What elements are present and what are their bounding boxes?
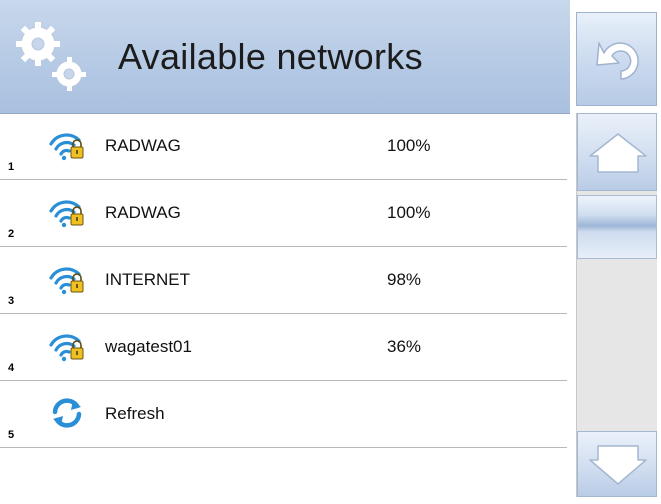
row-index: 1 xyxy=(8,161,15,173)
refresh-row[interactable]: Refresh 5 xyxy=(0,382,567,448)
network-row[interactable]: wagatest01 36% 4 xyxy=(0,315,567,381)
header-bar: Available networks xyxy=(0,0,570,114)
gears-icon xyxy=(16,22,86,91)
refresh-icon xyxy=(52,398,82,428)
right-panel xyxy=(570,0,661,504)
signal-strength: 100% xyxy=(387,203,431,222)
network-name: wagatest01 xyxy=(105,337,192,356)
network-name: INTERNET xyxy=(105,270,190,289)
row-index: 4 xyxy=(8,362,15,374)
scroll-thumb[interactable] xyxy=(577,195,657,259)
row-index: 2 xyxy=(8,228,15,240)
arrow-down-icon xyxy=(589,445,647,485)
page-title: Available networks xyxy=(118,36,423,77)
back-button[interactable] xyxy=(576,12,657,106)
refresh-label: Refresh xyxy=(105,404,165,423)
row-index: 3 xyxy=(8,295,15,307)
wifi-secured-icon xyxy=(49,267,84,295)
undo-arrow-icon xyxy=(596,42,639,80)
network-row[interactable]: RADWAG 100% 1 xyxy=(0,114,567,180)
wifi-secured-icon xyxy=(49,133,84,161)
network-row[interactable]: RADWAG 100% 2 xyxy=(0,181,567,247)
network-name: RADWAG xyxy=(105,203,181,222)
signal-strength: 36% xyxy=(387,337,422,356)
wifi-secured-icon xyxy=(49,200,84,228)
arrow-up-icon xyxy=(589,133,647,173)
network-list: RADWAG 100% 1 RADWAG 100% 2 INTERNET 98% xyxy=(0,114,567,449)
network-row[interactable]: INTERNET 98% 3 xyxy=(0,248,567,314)
wifi-secured-icon xyxy=(49,334,84,362)
signal-strength: 100% xyxy=(387,136,431,155)
scroll-up-button[interactable] xyxy=(577,113,657,191)
network-name: RADWAG xyxy=(105,136,181,155)
signal-strength: 98% xyxy=(387,270,422,289)
scrollbar[interactable] xyxy=(576,113,657,497)
row-index: 5 xyxy=(8,429,15,441)
scroll-down-button[interactable] xyxy=(577,431,657,497)
